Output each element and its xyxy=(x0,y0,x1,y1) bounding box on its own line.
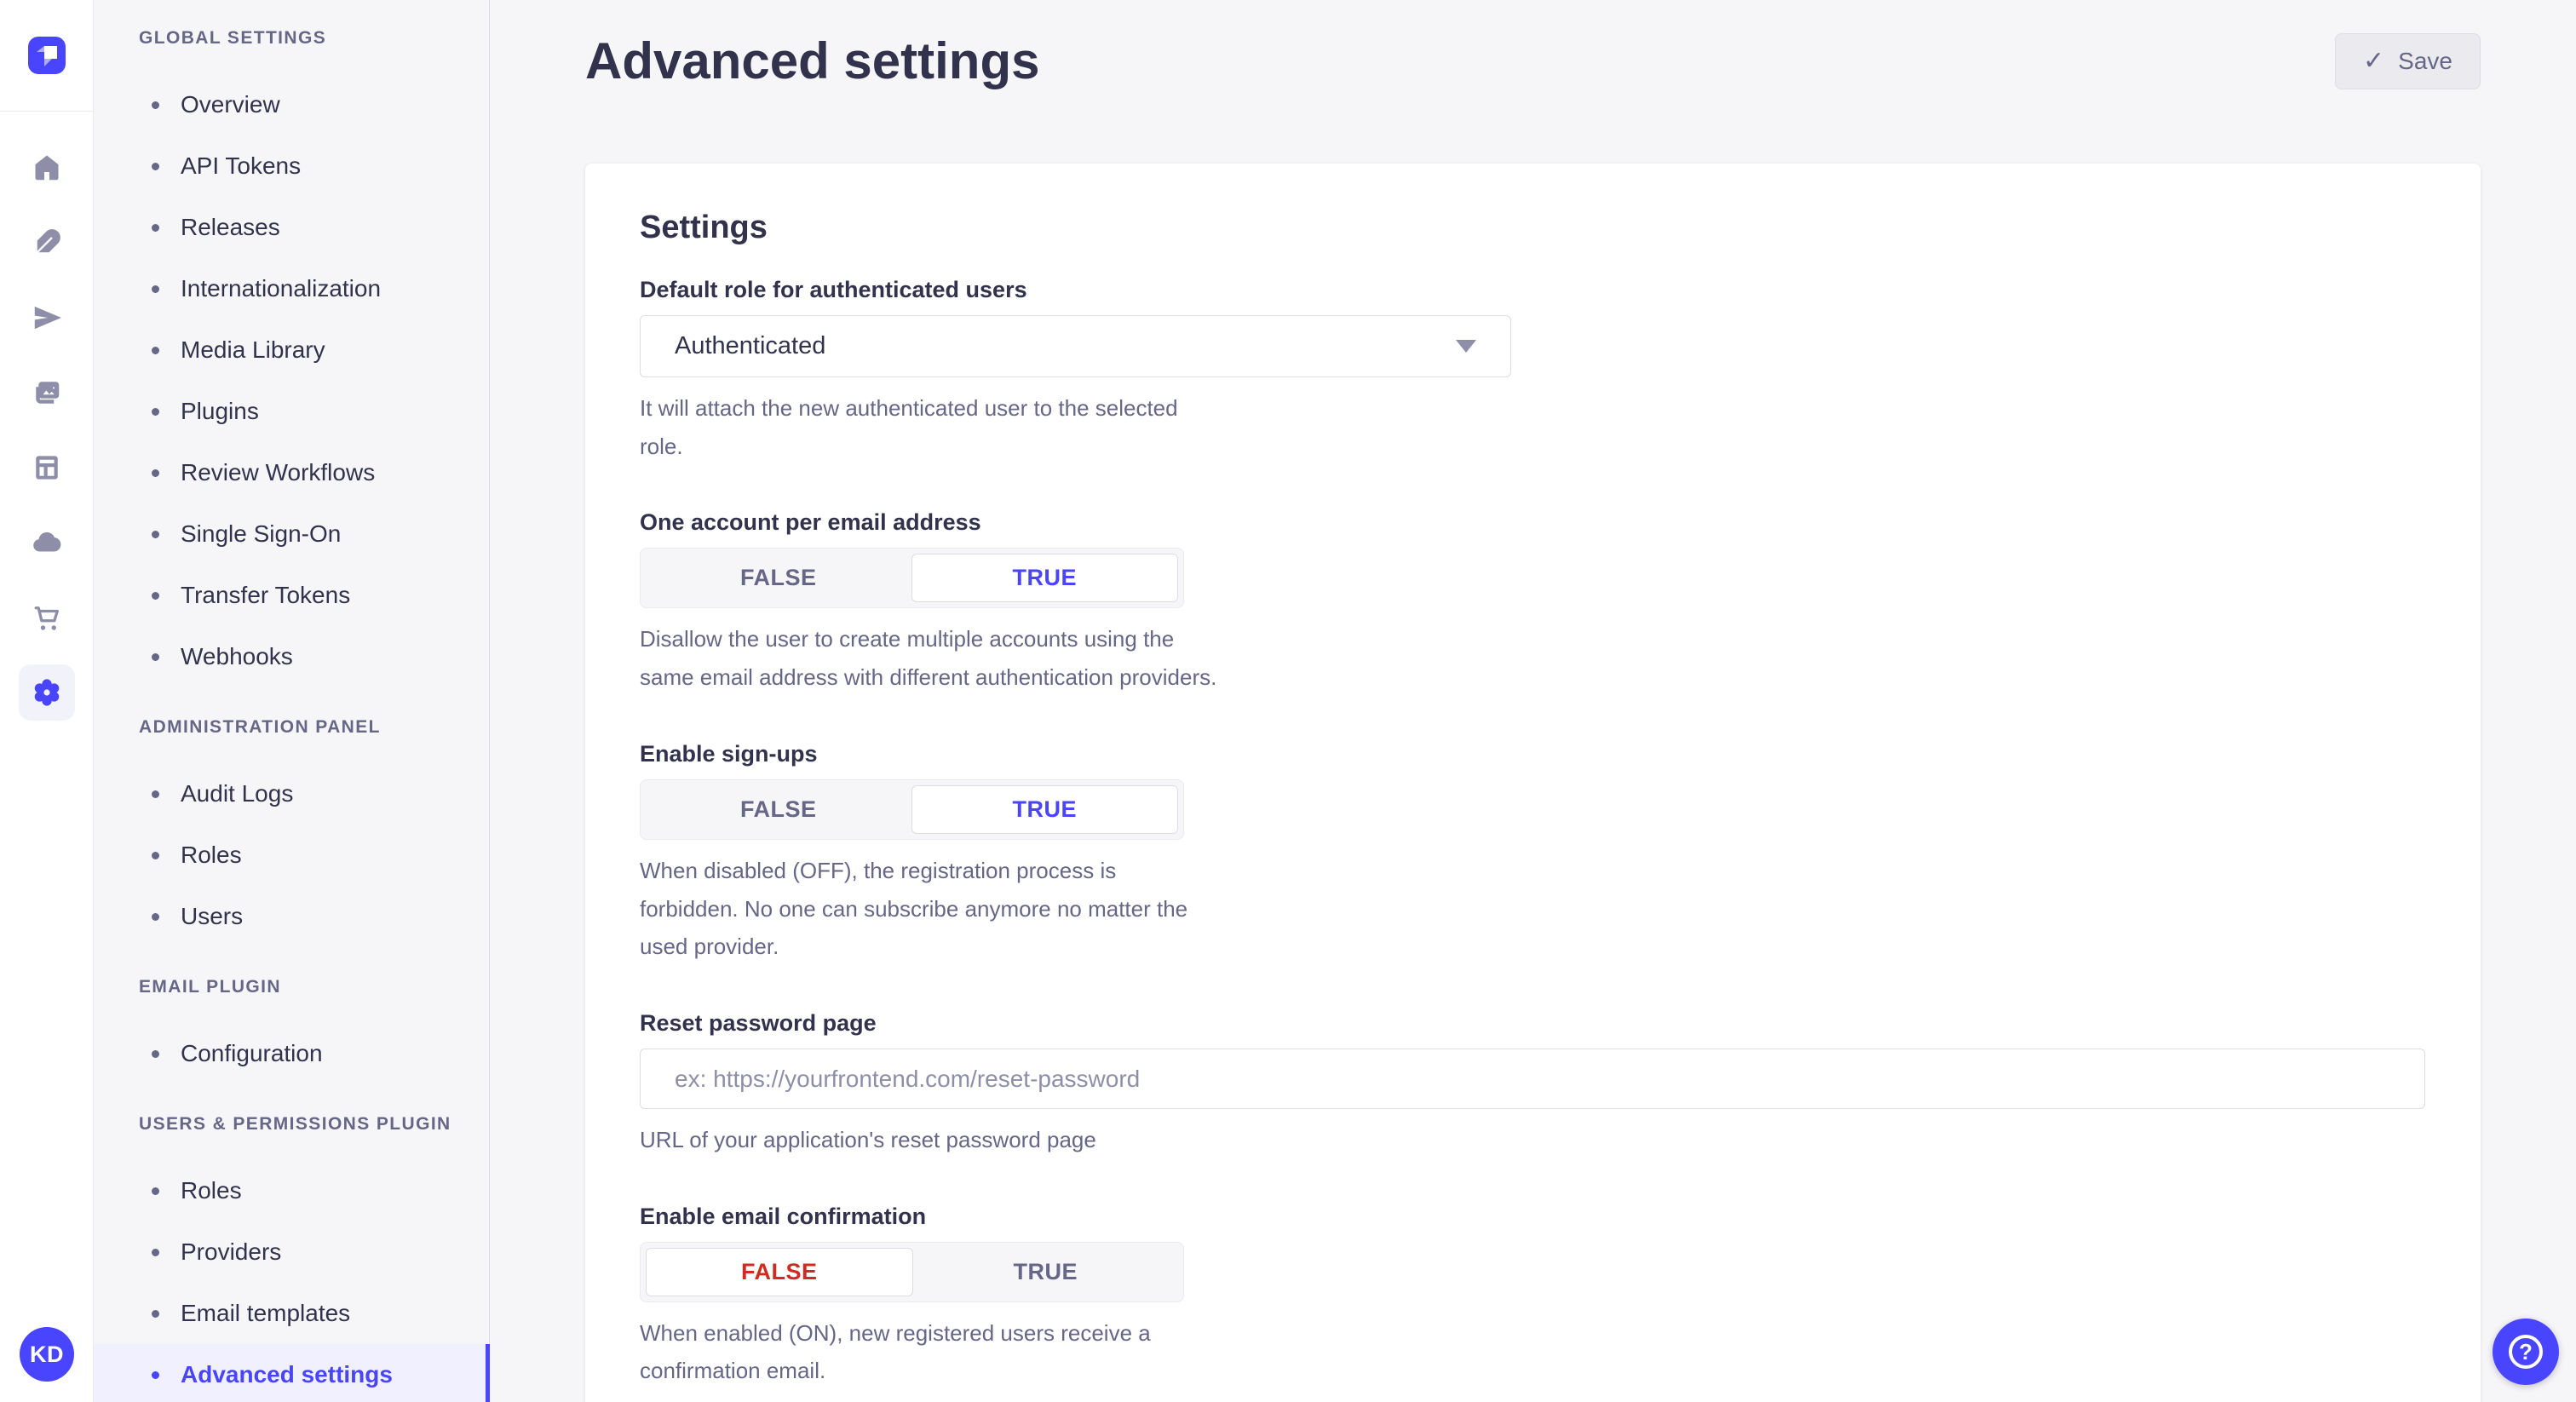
field-default-role: Default role for authenticated users Aut… xyxy=(640,277,2426,465)
bullet-icon xyxy=(152,531,159,538)
save-button-label: Save xyxy=(2398,48,2452,75)
subnav-section-users-permissions-plugin: USERS & PERMISSIONS PLUGIN Roles Provide… xyxy=(94,1112,489,1402)
bullet-icon xyxy=(152,1187,159,1195)
sign-ups-hint: When disabled (OFF), the registration pr… xyxy=(640,852,1219,966)
sidebar-item-users[interactable]: Users xyxy=(94,886,489,947)
sidebar-item-overview[interactable]: Overview xyxy=(94,74,489,135)
bullet-icon xyxy=(152,1310,159,1318)
settings-section-title: Settings xyxy=(640,210,2426,246)
feather-icon[interactable] xyxy=(0,205,94,280)
sidebar-item-advanced-settings[interactable]: Advanced settings xyxy=(94,1344,489,1402)
bullet-icon xyxy=(152,408,159,416)
sidebar-item-releases[interactable]: Releases xyxy=(94,197,489,258)
sign-ups-label: Enable sign-ups xyxy=(640,741,2426,767)
email-confirmation-toggle: FALSE TRUE xyxy=(640,1242,1184,1302)
bullet-icon xyxy=(152,592,159,600)
logo-area xyxy=(0,0,93,112)
email-confirmation-hint: When enabled (ON), new registered users … xyxy=(640,1314,1219,1390)
sidebar-item-audit-logs[interactable]: Audit Logs xyxy=(94,763,489,825)
home-icon[interactable] xyxy=(0,130,94,205)
sign-ups-false-option[interactable]: FALSE xyxy=(646,785,911,834)
sidebar-item-review-workflows[interactable]: Review Workflows xyxy=(94,442,489,503)
default-role-label: Default role for authenticated users xyxy=(640,277,2426,303)
reset-password-label: Reset password page xyxy=(640,1010,2426,1037)
bullet-icon xyxy=(152,1249,159,1256)
sidebar-item-configuration[interactable]: Configuration xyxy=(94,1023,489,1084)
default-role-hint: It will attach the new authenticated use… xyxy=(640,389,1219,465)
layout-icon[interactable] xyxy=(0,430,94,505)
settings-subnav: GLOBAL SETTINGS Overview API Tokens Rele… xyxy=(94,0,490,1402)
bullet-icon xyxy=(152,653,159,661)
strapi-logo-icon xyxy=(28,37,66,74)
bullet-icon xyxy=(152,1371,159,1379)
section-title: EMAIL PLUGIN xyxy=(94,974,489,1000)
one-account-false-option[interactable]: FALSE xyxy=(646,554,911,602)
check-icon: ✓ xyxy=(2363,49,2384,74)
one-account-label: One account per email address xyxy=(640,509,2426,536)
default-role-select-value: Authenticated xyxy=(675,332,825,360)
strapi-logo[interactable] xyxy=(28,37,66,74)
cart-icon[interactable] xyxy=(0,580,94,655)
one-account-toggle: FALSE TRUE xyxy=(640,548,1184,608)
one-account-true-option[interactable]: TRUE xyxy=(911,554,1179,602)
bullet-icon xyxy=(152,469,159,477)
save-button[interactable]: ✓ Save xyxy=(2335,33,2481,89)
nav-rail: KD xyxy=(0,0,94,1402)
sign-ups-true-option[interactable]: TRUE xyxy=(911,785,1179,834)
default-role-select[interactable]: Authenticated xyxy=(640,315,1511,377)
field-sign-ups: Enable sign-ups FALSE TRUE When disabled… xyxy=(640,741,2426,966)
media-library-icon[interactable] xyxy=(0,355,94,430)
bullet-icon xyxy=(152,101,159,109)
subnav-section-administration-panel: ADMINISTRATION PANEL Audit Logs Roles Us… xyxy=(94,715,489,947)
sidebar-item-up-roles[interactable]: Roles xyxy=(94,1160,489,1221)
subnav-section-global-settings: GLOBAL SETTINGS Overview API Tokens Rele… xyxy=(94,26,489,687)
sidebar-item-plugins[interactable]: Plugins xyxy=(94,381,489,442)
section-title: ADMINISTRATION PANEL xyxy=(94,715,489,740)
send-icon[interactable] xyxy=(0,280,94,355)
one-account-hint: Disallow the user to create multiple acc… xyxy=(640,620,1219,696)
chevron-down-icon xyxy=(1456,340,1476,353)
sidebar-item-media-library[interactable]: Media Library xyxy=(94,319,489,381)
bullet-icon xyxy=(152,1050,159,1058)
main-content: Advanced settings ✓ Save Settings Defaul… xyxy=(490,0,2576,1402)
sidebar-item-api-tokens[interactable]: API Tokens xyxy=(94,135,489,197)
bullet-icon xyxy=(152,790,159,798)
sidebar-item-webhooks[interactable]: Webhooks xyxy=(94,626,489,687)
cloud-icon[interactable] xyxy=(0,505,94,580)
bullet-icon xyxy=(152,163,159,170)
help-question-icon: ? xyxy=(2509,1335,2543,1369)
email-confirmation-label: Enable email confirmation xyxy=(640,1204,2426,1230)
email-confirmation-false-option[interactable]: FALSE xyxy=(646,1248,913,1296)
section-title: GLOBAL SETTINGS xyxy=(94,26,489,51)
field-email-confirmation: Enable email confirmation FALSE TRUE Whe… xyxy=(640,1204,2426,1390)
field-reset-password: Reset password page URL of your applicat… xyxy=(640,1010,2426,1159)
settings-active-pill xyxy=(19,664,75,721)
bullet-icon xyxy=(152,224,159,232)
sign-ups-toggle: FALSE TRUE xyxy=(640,779,1184,840)
bullet-icon xyxy=(152,347,159,354)
bullet-icon xyxy=(152,852,159,859)
bullet-icon xyxy=(152,913,159,921)
page-title: Advanced settings xyxy=(585,31,1039,92)
sidebar-item-internationalization[interactable]: Internationalization xyxy=(94,258,489,319)
section-title: USERS & PERMISSIONS PLUGIN xyxy=(94,1112,489,1137)
avatar[interactable]: KD xyxy=(20,1327,74,1382)
field-one-account: One account per email address FALSE TRUE… xyxy=(640,509,2426,696)
email-confirmation-true-option[interactable]: TRUE xyxy=(913,1248,1179,1296)
sidebar-item-single-sign-on[interactable]: Single Sign-On xyxy=(94,503,489,565)
sidebar-item-providers[interactable]: Providers xyxy=(94,1221,489,1283)
rail-icon-list xyxy=(0,112,93,730)
reset-password-input[interactable] xyxy=(640,1049,2425,1109)
sidebar-item-email-templates[interactable]: Email templates xyxy=(94,1283,489,1344)
settings-gear-icon[interactable] xyxy=(0,655,94,730)
sidebar-item-admin-roles[interactable]: Roles xyxy=(94,825,489,886)
reset-password-hint: URL of your application's reset password… xyxy=(640,1121,2003,1159)
subnav-section-email-plugin: EMAIL PLUGIN Configuration xyxy=(94,974,489,1084)
settings-card: Settings Default role for authenticated … xyxy=(585,164,2481,1402)
help-button[interactable]: ? xyxy=(2493,1319,2559,1385)
page-header: Advanced settings ✓ Save xyxy=(585,0,2481,92)
sidebar-item-transfer-tokens[interactable]: Transfer Tokens xyxy=(94,565,489,626)
bullet-icon xyxy=(152,285,159,293)
